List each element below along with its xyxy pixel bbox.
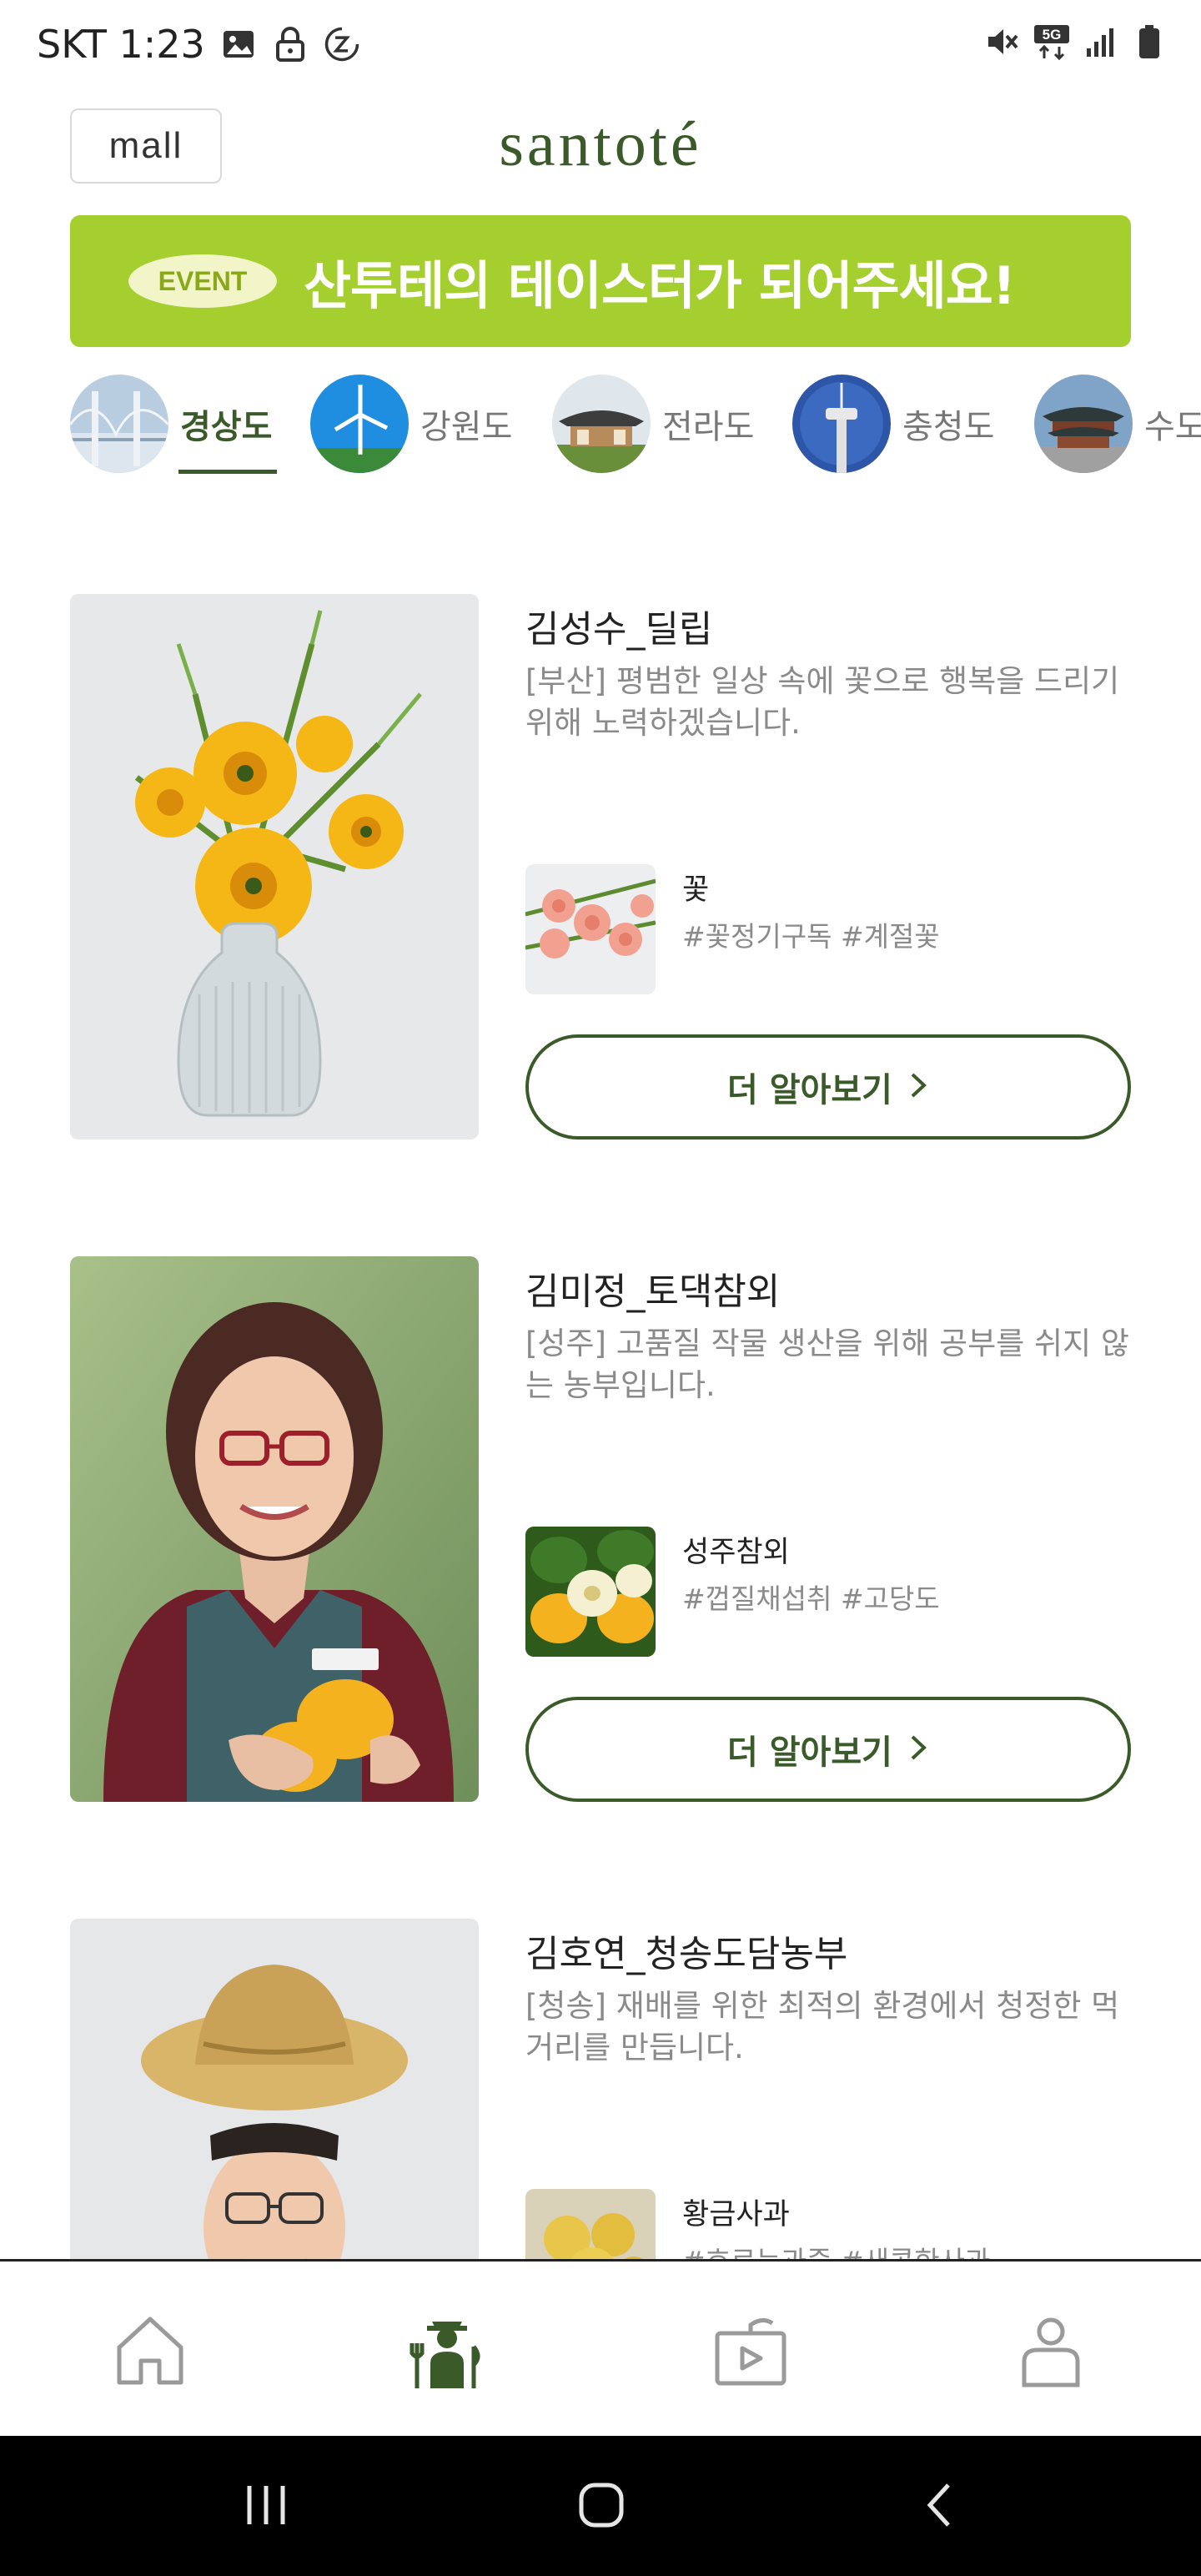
learn-more-label: 더 알아보기 — [727, 1733, 892, 1772]
gallery-icon — [220, 26, 257, 63]
profile-icon — [1018, 2312, 1084, 2392]
region-tab-chungcheong[interactable]: 충청도 — [792, 374, 994, 474]
product-thumbnail-melons[interactable] — [525, 1527, 656, 1657]
status-left: SKT 1:23 — [37, 22, 360, 67]
santote-logo[interactable]: santoté — [0, 108, 1201, 181]
event-banner[interactable]: EVENT 산투테의 테이스터가 되어주세요! — [70, 215, 1131, 347]
nav-farmers[interactable] — [405, 2310, 489, 2393]
z-icon — [324, 26, 360, 63]
farmer-photo-woman-melons[interactable] — [70, 1256, 479, 1802]
farmer-description: [성주] 고품질 작물 생산을 위해 공부를 쉬지 않는 농부입니다. — [525, 1326, 1129, 1403]
app-header: mall santoté — [0, 92, 1201, 200]
battery-icon — [1131, 23, 1168, 60]
region-tab-gangwon[interactable]: 강원도 — [310, 374, 512, 474]
region-label: 강원도 — [420, 408, 513, 446]
home-button[interactable] — [564, 2469, 639, 2544]
farmer-description: [부산] 평범한 일상 속에 꽃으로 행복을 드리기 위해 노력하겠습니다. — [525, 663, 1120, 741]
nav-profile[interactable] — [1009, 2310, 1093, 2393]
farmer-card: 김성수_딜립 [부산] 평범한 일상 속에 꽃으로 행복을 드리기 위해 노력하… — [70, 594, 1131, 1145]
farmer-name[interactable]: 김호연_청송도담농부 — [525, 1924, 847, 1977]
farmer-description: [청송] 재배를 위한 최적의 환경에서 청정한 먹거리를 만듭니다. — [525, 1988, 1120, 2065]
region-label: 전라도 — [662, 408, 755, 446]
region-label: 경상도 — [180, 408, 273, 446]
windmill-thumbnail — [310, 375, 409, 473]
region-label: 수도 — [1144, 408, 1201, 446]
home-square-icon — [576, 2480, 626, 2533]
farmer-name[interactable]: 김성수_딜립 — [525, 599, 712, 652]
region-tabs: 경상도 강원도 전라도 충청도 수도 — [70, 374, 1201, 478]
chevron-right-icon — [907, 1071, 929, 1103]
farmer-photo-sunflowers[interactable] — [70, 594, 479, 1140]
event-banner-text: 산투테의 테이스터가 되어주세요! — [304, 255, 1016, 316]
farmer-info: 김성수_딜립 [부산] 평범한 일상 속에 꽃으로 행복을 드리기 위해 노력하… — [525, 594, 1131, 1140]
farmer-name[interactable]: 김미정_토댁참외 — [525, 1261, 780, 1315]
status-bar: SKT 1:23 5G — [0, 0, 1201, 92]
lock-icon — [272, 26, 309, 63]
palace-thumbnail — [1034, 375, 1133, 473]
event-badge: EVENT — [128, 254, 277, 308]
region-tab-sudo[interactable]: 수도 — [1034, 374, 1201, 474]
home-icon — [113, 2312, 188, 2391]
system-navigation-bar — [0, 2436, 1201, 2576]
farmer-card: 김미정_토댁참외 [성주] 고품질 작물 생산을 위해 공부를 쉬지 않는 농부… — [70, 1256, 1131, 1807]
nav-videos[interactable] — [709, 2310, 792, 2393]
product-tags: #껍질채섭취 #고당도 — [682, 1582, 940, 1615]
learn-more-button[interactable]: 더 알아보기 — [525, 1034, 1131, 1140]
region-label: 충청도 — [902, 408, 995, 446]
region-tab-jeolla[interactable]: 전라도 — [552, 374, 754, 474]
learn-more-button[interactable]: 더 알아보기 — [525, 1697, 1131, 1802]
status-right: 5G — [984, 23, 1168, 60]
product-name: 성주참외 — [682, 1536, 790, 1569]
chevron-right-icon — [907, 1733, 929, 1765]
bridge-thumbnail — [70, 375, 168, 473]
signal-icon — [1083, 23, 1119, 60]
product-tags: #꽃정기구독 #계절꽃 — [682, 920, 940, 953]
status-time: SKT 1:23 — [37, 22, 205, 67]
farmer-info: 김미정_토댁참외 [성주] 고품질 작물 생산을 위해 공부를 쉬지 않는 농부… — [525, 1256, 1131, 1802]
hanok-thumbnail — [552, 375, 651, 473]
tower-thumbnail — [792, 375, 891, 473]
mute-icon — [984, 23, 1021, 60]
learn-more-label: 더 알아보기 — [727, 1071, 892, 1109]
region-tab-gyeongsang[interactable]: 경상도 — [70, 374, 272, 474]
network-5g-icon: 5G — [1033, 23, 1071, 60]
svg-text:5G: 5G — [1043, 27, 1062, 43]
product-name: 황금사과 — [682, 2198, 790, 2231]
product-name: 꽃 — [682, 873, 710, 907]
back-button[interactable] — [901, 2469, 976, 2544]
recent-apps-button[interactable] — [229, 2469, 304, 2544]
bottom-navigation — [0, 2259, 1201, 2436]
video-icon — [712, 2312, 789, 2392]
farmer-icon — [407, 2310, 487, 2393]
recent-apps-icon — [241, 2483, 291, 2531]
product-thumbnail-roses[interactable] — [525, 864, 656, 994]
active-tab-indicator — [178, 470, 277, 474]
back-chevron-icon — [922, 2480, 955, 2533]
nav-home[interactable] — [108, 2310, 192, 2393]
